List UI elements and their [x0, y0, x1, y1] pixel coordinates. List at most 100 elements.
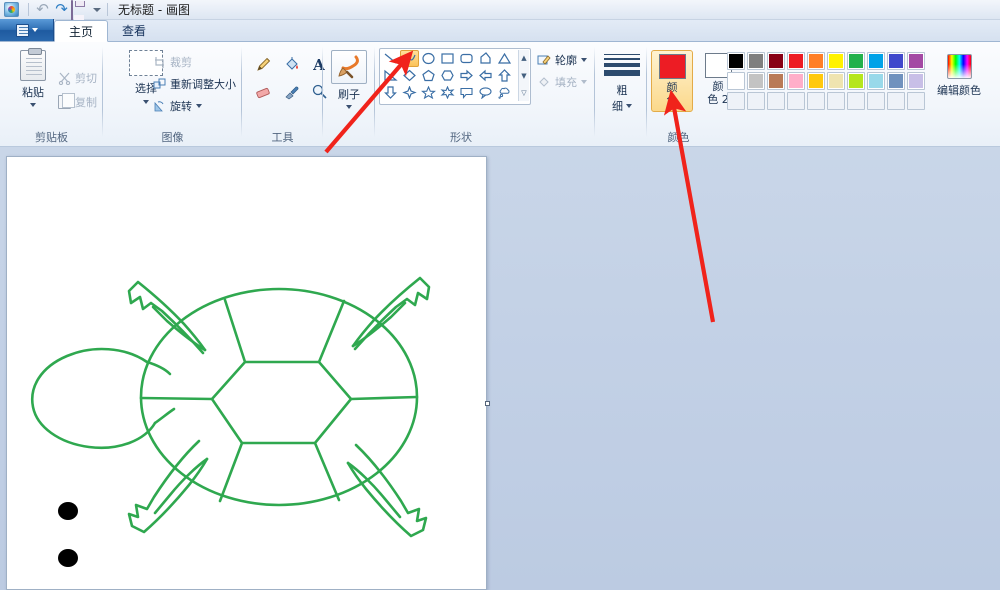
canvas-resize-handle-right[interactable]	[485, 401, 490, 406]
outline-button[interactable]: 轮廓	[537, 52, 587, 68]
palette-swatch-1-1[interactable]	[747, 72, 765, 90]
palette-swatch-1-4[interactable]	[807, 72, 825, 90]
brush-icon	[331, 50, 367, 84]
customize-quick-access-icon[interactable]	[90, 1, 103, 18]
shapes-gallery[interactable]: ▲ ▼ ▽	[379, 48, 531, 105]
palette-swatch-2-1[interactable]	[747, 92, 765, 110]
palette-swatch-2-2[interactable]	[767, 92, 785, 110]
palette-swatch-0-4[interactable]	[807, 52, 825, 70]
brushes-button[interactable]: 刷子	[330, 50, 368, 109]
chevron-down-icon	[581, 58, 587, 62]
shapes-scroll-down-icon[interactable]: ▼	[519, 68, 529, 84]
redo-icon[interactable]: ↷	[52, 1, 71, 18]
shape-rounded-callout[interactable]	[457, 84, 476, 101]
shape-hexagon[interactable]	[438, 67, 457, 84]
palette-swatch-0-9[interactable]	[907, 52, 925, 70]
palette-swatch-1-2[interactable]	[767, 72, 785, 90]
cut-button[interactable]: 剪切	[58, 70, 97, 86]
palette-swatch-2-8[interactable]	[887, 92, 905, 110]
shapes-scrollbar[interactable]: ▲ ▼ ▽	[518, 50, 529, 101]
resize-label: 重新调整大小	[170, 78, 236, 91]
tab-view[interactable]: 查看	[108, 20, 160, 41]
rotate-button[interactable]: 旋转	[153, 98, 202, 114]
turtle-drawing	[30, 276, 431, 567]
paste-button[interactable]: 粘贴	[10, 48, 56, 107]
tab-home[interactable]: 主页	[54, 20, 109, 42]
palette-swatch-0-0[interactable]	[727, 52, 745, 70]
palette-swatch-0-7[interactable]	[867, 52, 885, 70]
shape-rectangle[interactable]	[438, 50, 457, 67]
eraser-icon	[255, 87, 270, 99]
palette-swatch-1-0[interactable]	[727, 72, 745, 90]
size-button[interactable]: 粗 细	[602, 54, 642, 114]
palette-swatch-1-5[interactable]	[827, 72, 845, 90]
color2-label-line2: 色 2	[707, 93, 729, 106]
palette-swatch-2-3[interactable]	[787, 92, 805, 110]
palette-swatch-2-5[interactable]	[827, 92, 845, 110]
palette-swatch-2-6[interactable]	[847, 92, 865, 110]
ribbon: 粘贴 剪切 复制 剪贴板 选择 裁剪 重新调整大小 旋转 图像 A 工具 刷子 …	[0, 42, 1000, 147]
palette-swatch-0-5[interactable]	[827, 52, 845, 70]
fill-button[interactable]: 填充	[537, 74, 587, 90]
shapes-expand-icon[interactable]: ▽	[519, 85, 529, 101]
color1-label-line2: 色	[666, 94, 678, 107]
shape-oval-callout[interactable]	[476, 84, 495, 101]
shape-right-arrow[interactable]	[457, 67, 476, 84]
tool-eraser[interactable]	[250, 79, 276, 104]
color1-button[interactable]: 颜 色	[651, 50, 693, 112]
shape-six-point-star[interactable]	[438, 84, 457, 101]
palette-swatch-0-6[interactable]	[847, 52, 865, 70]
canvas-container	[6, 156, 490, 590]
palette-swatch-2-9[interactable]	[907, 92, 925, 110]
palette-swatch-1-9[interactable]	[907, 72, 925, 90]
shape-curve[interactable]	[400, 50, 419, 67]
palette-swatch-1-6[interactable]	[847, 72, 865, 90]
shape-line[interactable]	[381, 50, 400, 67]
palette-swatch-2-7[interactable]	[867, 92, 885, 110]
shape-triangle[interactable]	[495, 50, 514, 67]
undo-icon[interactable]: ↶	[33, 1, 52, 18]
palette-swatch-0-2[interactable]	[767, 52, 785, 70]
toolbar-divider	[28, 3, 29, 16]
shape-right-triangle[interactable]	[381, 67, 400, 84]
color1-label-line1: 颜	[666, 81, 678, 94]
palette-swatch-0-8[interactable]	[887, 52, 905, 70]
palette-swatch-color	[749, 74, 763, 88]
shape-polygon[interactable]	[476, 50, 495, 67]
shape-five-point-star[interactable]	[419, 84, 438, 101]
tool-pencil[interactable]	[250, 52, 276, 77]
save-icon[interactable]	[71, 0, 90, 21]
shape-four-point-star[interactable]	[400, 84, 419, 101]
palette-swatch-2-4[interactable]	[807, 92, 825, 110]
fill-bucket-icon	[285, 57, 298, 70]
palette-swatch-1-7[interactable]	[867, 72, 885, 90]
shape-left-arrow[interactable]	[476, 67, 495, 84]
menu-icon	[15, 23, 29, 37]
palette-swatch-color	[789, 74, 803, 88]
palette-swatch-color	[769, 94, 783, 108]
shapes-scroll-up-icon[interactable]: ▲	[519, 50, 529, 66]
shape-pentagon[interactable]	[419, 67, 438, 84]
edit-colors-button[interactable]: 编辑颜色	[937, 54, 981, 98]
paint-menu-button[interactable]	[0, 19, 54, 41]
resize-button[interactable]: 重新调整大小	[153, 76, 236, 92]
palette-swatch-color	[869, 54, 883, 68]
palette-swatch-0-1[interactable]	[747, 52, 765, 70]
palette-swatch-2-0[interactable]	[727, 92, 745, 110]
shape-ellipse[interactable]	[419, 50, 438, 67]
shape-cloud-callout[interactable]	[495, 84, 514, 101]
shape-down-arrow[interactable]	[381, 84, 400, 101]
tool-color-picker[interactable]	[278, 79, 304, 104]
shape-up-arrow[interactable]	[495, 67, 514, 84]
crop-button[interactable]: 裁剪	[153, 54, 192, 70]
paint-logo-icon[interactable]	[4, 2, 19, 17]
tool-fill[interactable]	[278, 52, 304, 77]
palette-swatch-1-8[interactable]	[887, 72, 905, 90]
palette-swatch-0-3[interactable]	[787, 52, 805, 70]
drawing-canvas[interactable]	[6, 156, 487, 590]
copy-button[interactable]: 复制	[58, 93, 97, 110]
palette-swatch-1-3[interactable]	[787, 72, 805, 90]
shape-diamond[interactable]	[400, 67, 419, 84]
shape-rounded-rectangle[interactable]	[457, 50, 476, 67]
color-palette[interactable]	[727, 52, 926, 111]
